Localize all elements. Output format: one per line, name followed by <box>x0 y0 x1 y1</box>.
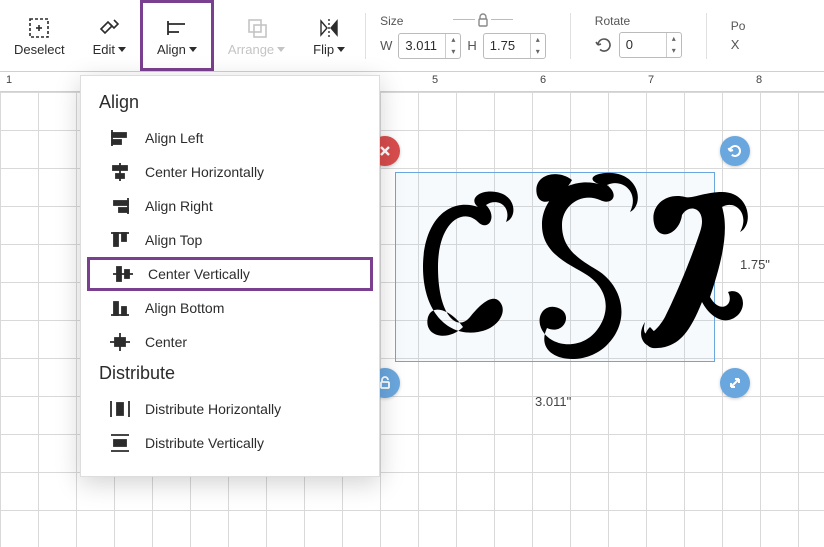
ruler-tick: 7 <box>648 74 654 86</box>
height-input[interactable]: ▴▾ <box>483 33 546 59</box>
lock-icon <box>477 13 489 27</box>
align-right-icon <box>109 196 131 216</box>
spin-up[interactable]: ▴ <box>446 34 460 46</box>
w-label: W <box>380 38 392 53</box>
item-label: Align Right <box>145 198 213 214</box>
flip-icon <box>317 14 341 42</box>
align-bottom-item[interactable]: Align Bottom <box>81 291 379 325</box>
ruler-tick: 5 <box>432 74 438 86</box>
properties-panel: Size W ▴▾ H ▴▾ <box>380 13 745 59</box>
deselect-label: Deselect <box>14 42 65 57</box>
item-label: Center Horizontally <box>145 164 264 180</box>
ruler-tick: 8 <box>756 74 762 86</box>
rotate-handle[interactable] <box>720 136 750 166</box>
size-block: Size W ▴▾ H ▴▾ <box>380 13 546 59</box>
distribute-header: Distribute <box>81 359 379 392</box>
resize-handle[interactable] <box>720 368 750 398</box>
deselect-button[interactable]: Deselect <box>0 0 79 71</box>
center-horizontally-icon <box>109 162 131 182</box>
center-horizontally-item[interactable]: Center Horizontally <box>81 155 379 189</box>
monogram-s[interactable] <box>512 170 642 370</box>
monogram-l[interactable] <box>630 187 750 352</box>
rotate-title: Rotate <box>595 14 682 28</box>
edit-label: Edit <box>93 42 126 57</box>
edit-button[interactable]: Edit <box>79 0 140 71</box>
x-label: X <box>731 37 740 52</box>
align-top-icon <box>109 230 131 250</box>
edit-icon <box>98 14 120 42</box>
center-icon <box>109 332 131 352</box>
position-block: Po X <box>731 19 746 52</box>
align-bottom-icon <box>109 298 131 318</box>
align-top-item[interactable]: Align Top <box>81 223 379 257</box>
spin-down[interactable]: ▾ <box>446 46 460 58</box>
monogram-c[interactable] <box>408 187 518 347</box>
spin-down[interactable]: ▾ <box>667 45 681 57</box>
toolbar: Deselect Edit Align Arrange <box>0 0 824 72</box>
align-button[interactable]: Align <box>140 0 214 71</box>
rotate-icon <box>595 36 613 54</box>
caret-icon <box>118 47 126 52</box>
item-label: Distribute Horizontally <box>145 401 281 417</box>
rotate-input[interactable]: ▴▾ <box>619 32 682 58</box>
width-field[interactable] <box>399 38 445 53</box>
caret-icon <box>189 47 197 52</box>
arrange-icon <box>246 14 268 42</box>
position-title: Po <box>731 19 746 33</box>
distribute-horizontally-icon <box>109 399 131 419</box>
caret-icon <box>337 47 345 52</box>
align-icon <box>165 14 189 42</box>
item-label: Align Top <box>145 232 202 248</box>
align-left-item[interactable]: Align Left <box>81 121 379 155</box>
distribute-vertically-item[interactable]: Distribute Vertically <box>81 426 379 460</box>
arrange-button: Arrange <box>214 0 299 71</box>
align-label: Align <box>157 42 197 57</box>
arrange-label: Arrange <box>228 42 285 57</box>
distribute-horizontally-item[interactable]: Distribute Horizontally <box>81 392 379 426</box>
align-left-icon <box>109 128 131 148</box>
item-label: Center <box>145 334 187 350</box>
h-label: H <box>467 38 476 53</box>
rotate-block: Rotate ▴▾ <box>595 14 682 58</box>
width-dim-label: 3.011" <box>535 394 571 409</box>
flip-label: Flip <box>313 42 345 57</box>
ruler-tick: 6 <box>540 74 546 86</box>
separator <box>570 13 571 59</box>
height-field[interactable] <box>484 38 530 53</box>
flip-button[interactable]: Flip <box>299 0 359 71</box>
deselect-icon <box>28 14 50 42</box>
ruler-tick: 1 <box>6 74 12 86</box>
center-vertically-icon <box>112 264 134 284</box>
spin-up[interactable]: ▴ <box>531 34 545 46</box>
center-item[interactable]: Center <box>81 325 379 359</box>
align-dropdown: Align Align Left Center Horizontally Ali… <box>80 75 380 477</box>
caret-icon <box>277 47 285 52</box>
rotate-field[interactable] <box>620 37 666 52</box>
center-vertically-item[interactable]: Center Vertically <box>87 257 373 291</box>
item-label: Center Vertically <box>148 266 250 282</box>
align-right-item[interactable]: Align Right <box>81 189 379 223</box>
separator <box>365 13 366 59</box>
item-label: Distribute Vertically <box>145 435 264 451</box>
item-label: Align Left <box>145 130 203 146</box>
distribute-vertically-icon <box>109 433 131 453</box>
item-label: Align Bottom <box>145 300 224 316</box>
lock-aspect[interactable] <box>453 13 513 27</box>
align-header: Align <box>81 88 379 121</box>
width-input[interactable]: ▴▾ <box>398 33 461 59</box>
spin-up[interactable]: ▴ <box>667 33 681 45</box>
size-title: Size <box>380 14 403 28</box>
spin-down[interactable]: ▾ <box>531 46 545 58</box>
separator <box>706 13 707 59</box>
